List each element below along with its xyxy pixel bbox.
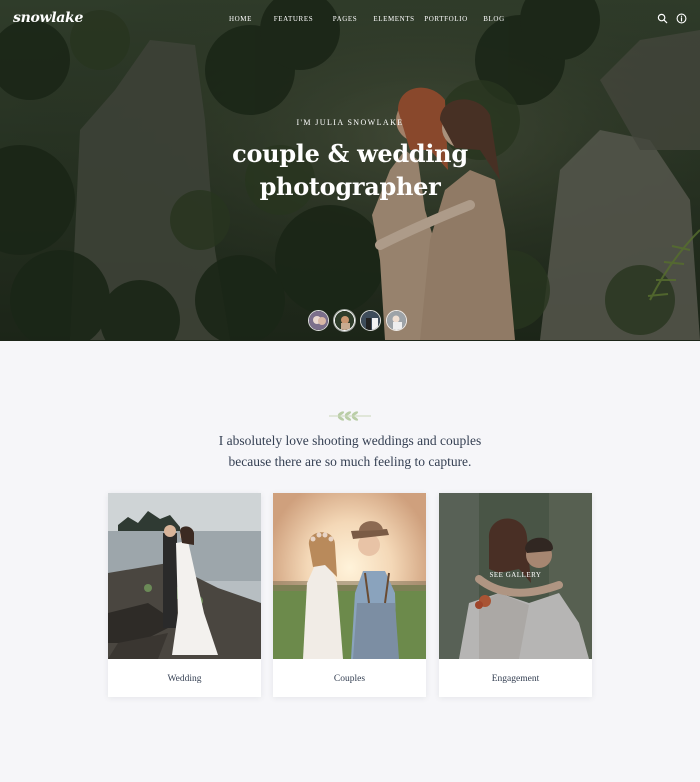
card-title-couples[interactable]: Couples: [273, 665, 426, 693]
slide-thumb-4[interactable]: [386, 310, 407, 331]
couples-photo[interactable]: [273, 493, 426, 659]
leaf-divider-icon: [329, 411, 371, 421]
slide-thumb-2[interactable]: [334, 310, 355, 331]
slide-thumb-3[interactable]: [360, 310, 381, 331]
nav-portfolio[interactable]: Portfolio: [418, 15, 474, 23]
category-card-couples[interactable]: Couples: [273, 493, 426, 697]
see-gallery-link[interactable]: See Gallery: [439, 571, 592, 579]
info-icon[interactable]: [676, 13, 687, 24]
nav-pages[interactable]: Pages: [320, 15, 370, 23]
nav-features[interactable]: Features: [267, 15, 320, 23]
brand-logo[interactable]: snowlake: [13, 10, 83, 26]
hero-section: snowlake Home Features Pages Elements Po…: [0, 0, 700, 341]
category-card-wedding[interactable]: Wedding: [108, 493, 261, 697]
main-menu: Home Features Pages Elements Portfolio B…: [214, 15, 514, 23]
top-navbar: snowlake Home Features Pages Elements Po…: [0, 0, 700, 40]
nav-home[interactable]: Home: [214, 15, 267, 23]
nav-blog[interactable]: Blog: [474, 15, 514, 23]
intro-text: I absolutely love shooting weddings and …: [150, 430, 550, 472]
wedding-photo[interactable]: [108, 493, 261, 659]
card-title-wedding[interactable]: Wedding: [108, 665, 261, 693]
search-icon[interactable]: [657, 13, 668, 24]
card-title-engagement[interactable]: Engagement: [439, 665, 592, 693]
hero-eyebrow: I'm Julia Snowlake: [296, 118, 404, 127]
nav-elements[interactable]: Elements: [370, 15, 418, 23]
intro-line-1: I absolutely love shooting weddings and …: [218, 433, 482, 448]
hero-slide-thumbnails: [308, 310, 407, 331]
nav-actions: [657, 13, 687, 24]
hero-headline: couple & wedding photographer: [232, 139, 468, 201]
intro-line-2: because there are so much feeling to cap…: [228, 454, 472, 469]
slide-thumb-1[interactable]: [308, 310, 329, 331]
category-card-engagement[interactable]: See Gallery Engagement: [439, 493, 592, 697]
